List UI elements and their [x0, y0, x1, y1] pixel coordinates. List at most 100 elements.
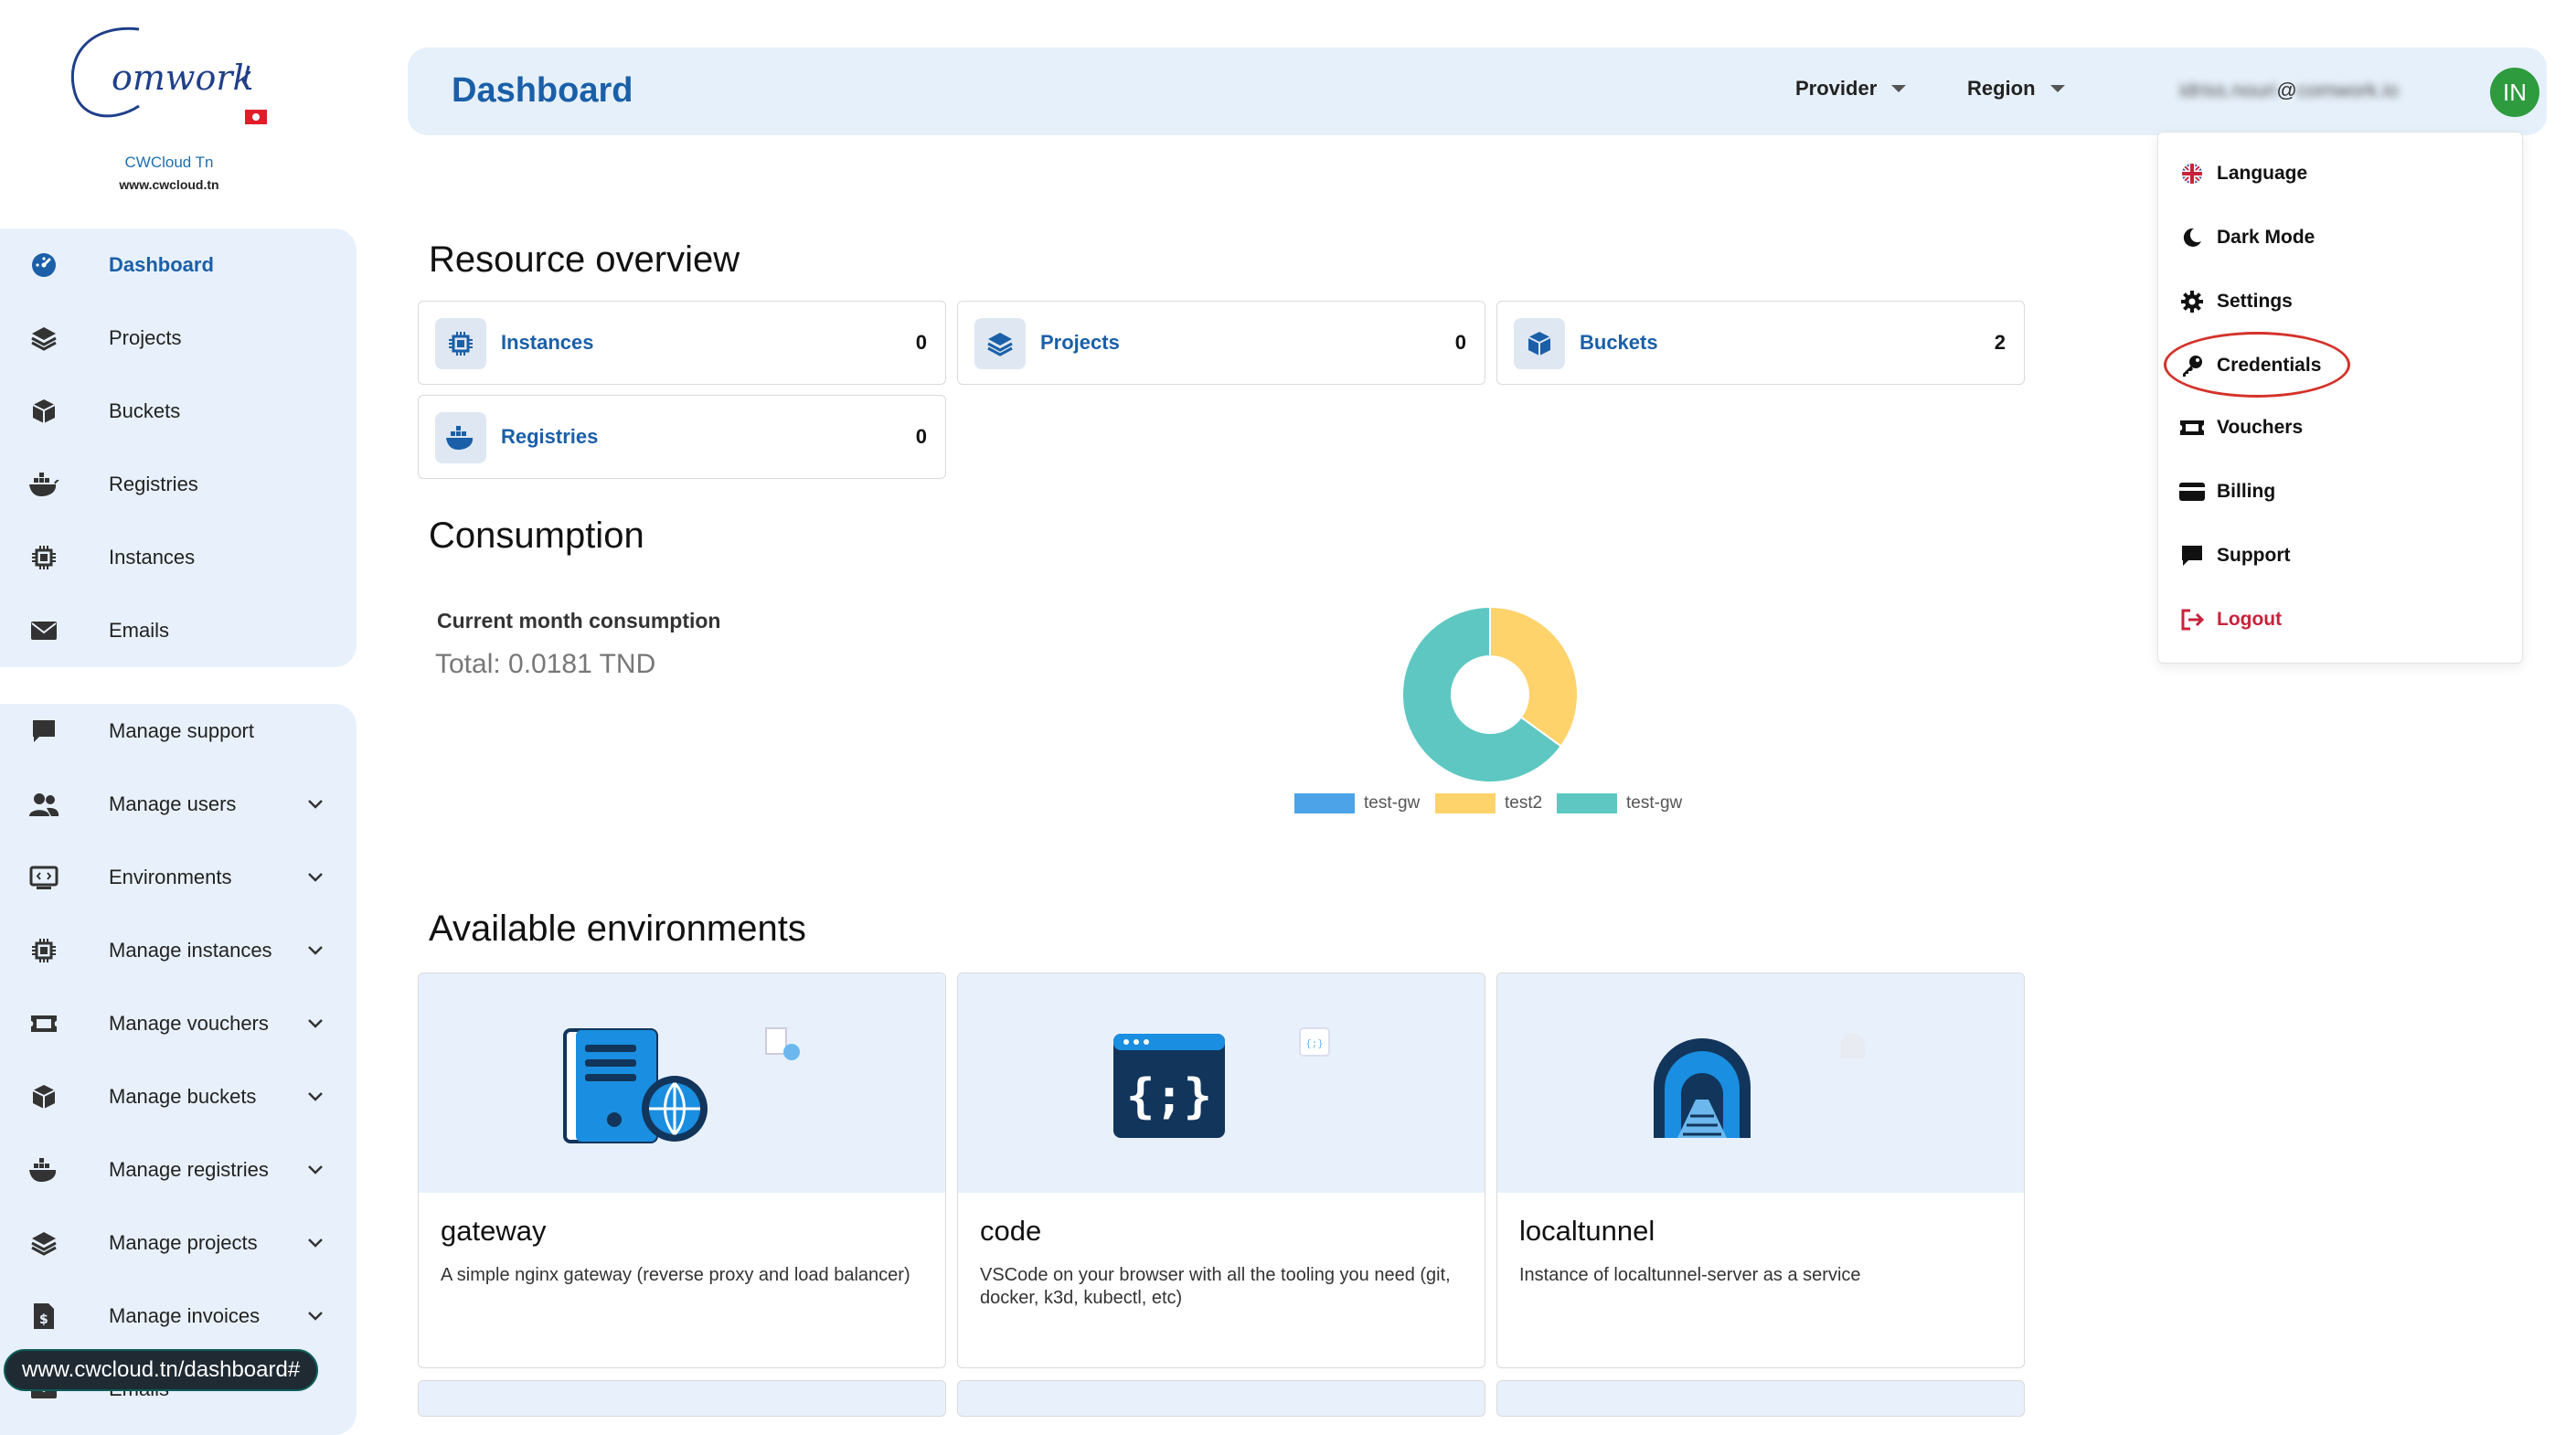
ticket-icon: [27, 1007, 60, 1040]
avatar[interactable]: IN: [2490, 68, 2539, 117]
menu-item-dark-mode[interactable]: Dark Mode: [2158, 215, 2524, 260]
users-icon: [27, 788, 60, 821]
provider-select[interactable]: Provider: [1795, 77, 1907, 101]
environment-name: gateway: [441, 1215, 547, 1247]
chevron-down-icon[interactable]: [302, 1083, 329, 1111]
legend-swatch: [1557, 793, 1617, 813]
key-icon: [2178, 352, 2206, 379]
sidebar-item-manage-vouchers[interactable]: Manage vouchers: [0, 996, 357, 1051]
menu-item-credentials[interactable]: Credentials: [2158, 332, 2524, 398]
environment-card-gateway[interactable]: gateway A simple nginx gateway (reverse …: [418, 973, 946, 1368]
chat-icon: [27, 715, 60, 748]
menu-item-label: Support: [2217, 545, 2291, 566]
sidebar-item-label: Manage projects: [109, 1231, 258, 1254]
environment-card-localtunnel[interactable]: localtunnel Instance of localtunnel-serv…: [1496, 973, 2025, 1368]
cpu-icon: [435, 318, 486, 369]
environment-card-code[interactable]: {;} {;} code VSCode on your browser with…: [957, 973, 1485, 1368]
sidebar-item-manage-projects[interactable]: Manage projects: [0, 1216, 357, 1270]
legend-swatch: [1294, 793, 1355, 813]
uk-flag-icon: [2178, 160, 2206, 187]
provider-label: Provider: [1795, 77, 1878, 100]
resource-label: Projects: [1040, 331, 1120, 354]
environment-description: VSCode on your browser with all the tool…: [980, 1265, 1451, 1308]
sidebar-item-manage-invoices[interactable]: $ Manage invoices: [0, 1289, 357, 1344]
resource-count: 0: [915, 425, 927, 448]
chevron-down-icon[interactable]: [302, 1302, 329, 1330]
menu-item-label: Billing: [2217, 481, 2276, 502]
sidebar-item-manage-instances[interactable]: Manage instances: [0, 923, 357, 978]
resource-card-buckets[interactable]: Buckets 2: [1496, 301, 2025, 385]
menu-item-label: Credentials: [2217, 355, 2322, 376]
environment-card-peek: [418, 1380, 946, 1417]
svg-text:{;}: {;}: [1126, 1069, 1212, 1124]
resource-label: Buckets: [1580, 331, 1658, 354]
menu-item-label: Settings: [2217, 291, 2293, 312]
menu-item-vouchers[interactable]: Vouchers: [2158, 405, 2524, 451]
gear-icon: [2178, 288, 2206, 315]
brand-name: CWCloud Tn: [124, 154, 214, 171]
chevron-down-icon[interactable]: [302, 864, 329, 891]
resource-card-instances[interactable]: Instances 0: [418, 301, 946, 385]
sidebar-item-instances[interactable]: Instances: [0, 530, 357, 585]
sidebar-item-label: Buckets: [109, 399, 181, 422]
legend-item-2[interactable]: test-gw: [1557, 793, 1682, 813]
legend-item-0[interactable]: test-gw: [1294, 793, 1420, 813]
sidebar-item-projects[interactable]: Projects: [0, 311, 357, 366]
docker-icon: [27, 468, 60, 501]
environment-name: localtunnel: [1519, 1215, 1655, 1247]
chevron-down-icon[interactable]: [302, 937, 329, 964]
sidebar-item-environments[interactable]: Environments: [0, 850, 357, 905]
sidebar-item-dashboard[interactable]: Dashboard: [0, 238, 357, 292]
region-select[interactable]: Region: [1967, 77, 2065, 101]
cpu-icon: [27, 541, 60, 574]
donut-slice-1[interactable]: [1489, 605, 1579, 748]
dashboard-icon: [27, 249, 60, 282]
region-label: Region: [1967, 77, 2036, 100]
svg-text:{;}: {;}: [1305, 1037, 1324, 1049]
resource-card-projects[interactable]: Projects 0: [957, 301, 1485, 385]
menu-item-label: Vouchers: [2217, 417, 2304, 438]
chevron-down-icon[interactable]: [302, 1010, 329, 1037]
brand-logo[interactable]: omwork: [55, 18, 293, 201]
legend-swatch: [1435, 793, 1496, 813]
environment-card-peek: [957, 1380, 1485, 1417]
sidebar-item-manage-buckets[interactable]: Manage buckets: [0, 1069, 357, 1124]
menu-item-label: Language: [2217, 163, 2308, 184]
user-email[interactable]: idriss.nouri@comwork.io: [2179, 79, 2399, 102]
sidebar-item-label: Manage vouchers: [109, 1012, 269, 1035]
caret-down-icon: [2049, 85, 2065, 92]
chevron-down-icon[interactable]: [302, 1156, 329, 1184]
environment-hero: {;} {;}: [958, 973, 1485, 1193]
menu-item-logout[interactable]: Logout: [2158, 597, 2524, 643]
envelope-icon: [27, 614, 60, 647]
menu-item-billing[interactable]: Billing: [2158, 469, 2524, 515]
legend-item-1[interactable]: test2: [1435, 793, 1542, 813]
menu-item-language[interactable]: Language: [2158, 151, 2524, 197]
menu-item-settings[interactable]: Settings: [2158, 279, 2524, 324]
sidebar-item-buckets[interactable]: Buckets: [0, 384, 357, 439]
sidebar-item-manage-support[interactable]: Manage support: [0, 704, 357, 759]
logout-icon: [2178, 606, 2206, 633]
box-icon: [27, 1080, 60, 1113]
admin-nav: Manage support Manage users Environments…: [0, 704, 357, 1435]
environment-hero: [419, 973, 945, 1193]
sidebar-item-label: Manage invoices: [109, 1304, 261, 1327]
box-icon: [27, 395, 60, 428]
sidebar-item-manage-registries[interactable]: Manage registries: [0, 1143, 357, 1197]
menu-item-support[interactable]: Support: [2158, 533, 2524, 579]
user-email-at: @: [2276, 79, 2297, 101]
sidebar-item-registries[interactable]: Registries: [0, 457, 357, 512]
sidebar-item-label: Emails: [109, 619, 170, 642]
environment-name: code: [980, 1215, 1042, 1247]
chevron-down-icon[interactable]: [302, 791, 329, 818]
layers-icon: [27, 322, 60, 355]
resource-count: 0: [915, 331, 927, 354]
legend-label: test2: [1505, 793, 1543, 813]
environments-title: Available environments: [429, 909, 806, 949]
sidebar-item-emails[interactable]: Emails: [0, 603, 357, 658]
sidebar-item-label: Dashboard: [109, 253, 214, 276]
chevron-down-icon[interactable]: [302, 1229, 329, 1257]
sidebar-item-manage-users[interactable]: Manage users: [0, 777, 357, 832]
resource-card-registries[interactable]: Registries 0: [418, 395, 946, 479]
sidebar: omwork CWCloud Tn www.cwcloud.tn Dashboa…: [0, 0, 357, 1435]
